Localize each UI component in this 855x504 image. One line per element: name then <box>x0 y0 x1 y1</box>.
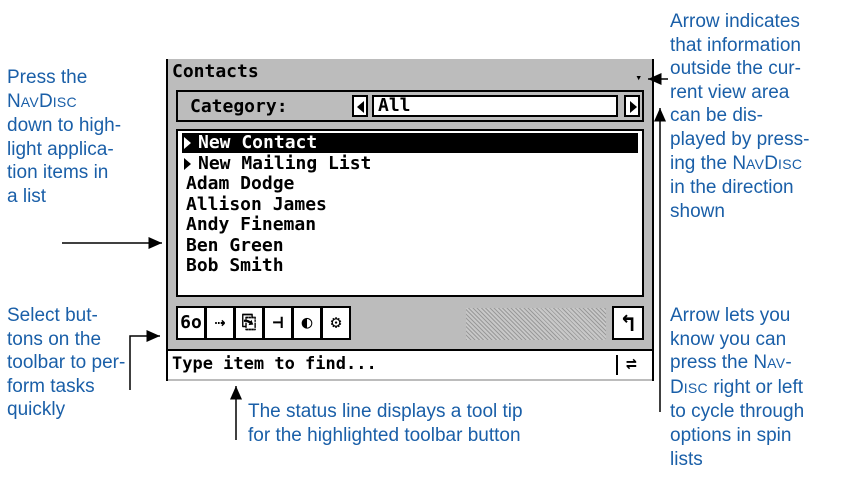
arrow-toolbar <box>129 330 160 390</box>
callout-arrows <box>62 73 668 440</box>
